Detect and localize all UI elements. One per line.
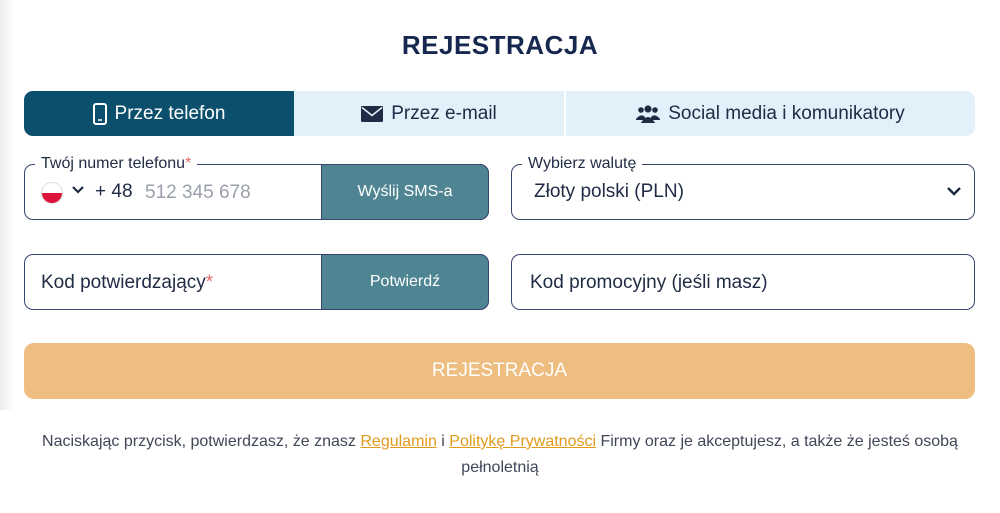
tab-phone[interactable]: Przez telefon	[24, 91, 294, 136]
legal-notice: Naciskając przycisk, potwierdzasz, że zn…	[42, 433, 958, 476]
phone-field: Twój numer telefonu* + 48 Wyślij SMS-a	[24, 154, 489, 220]
phone-input[interactable]	[143, 177, 337, 209]
send-sms-button[interactable]: Wyślij SMS-a	[321, 164, 489, 220]
phone-icon	[92, 102, 107, 125]
registration-method-tabs: Przez telefon Przez e-mail Social media …	[24, 91, 975, 136]
promo-code-field	[511, 254, 975, 310]
users-icon	[636, 104, 661, 123]
tab-phone-label: Przez telefon	[114, 102, 226, 124]
page-title: REJESTRACJA	[401, 30, 599, 60]
confirm-button[interactable]: Potwierdź	[321, 254, 489, 310]
currency-select[interactable]: Wybierz walutę Złoty polski (PLN)	[511, 154, 975, 220]
tab-email-label: Przez e-mail	[391, 102, 497, 124]
privacy-policy-link[interactable]: Politykę Prywatności	[449, 433, 596, 450]
phone-field-label: Twój numer telefonu*	[35, 154, 198, 174]
chevron-down-icon[interactable]	[71, 185, 85, 195]
currency-field-label: Wybierz walutę	[522, 154, 643, 174]
tab-social[interactable]: Social media i komunikatory	[566, 91, 975, 136]
tab-social-label: Social media i komunikatory	[668, 102, 905, 124]
confirmation-code-label: Kod potwierdzający*	[41, 272, 214, 293]
country-prefix: + 48	[95, 181, 133, 202]
register-button[interactable]: REJESTRACJA	[24, 343, 975, 399]
envelope-icon	[361, 105, 384, 122]
currency-selected-value: Złoty polski (PLN)	[534, 181, 684, 202]
terms-link[interactable]: Regulamin	[360, 433, 436, 450]
confirmation-code-field[interactable]: Kod potwierdzający* Potwierdź	[24, 254, 489, 310]
chevron-down-icon	[947, 187, 961, 196]
tab-email[interactable]: Przez e-mail	[294, 91, 566, 136]
panel-shadow	[0, 0, 14, 410]
poland-flag-icon[interactable]	[41, 182, 63, 204]
promo-code-input[interactable]	[528, 267, 952, 299]
